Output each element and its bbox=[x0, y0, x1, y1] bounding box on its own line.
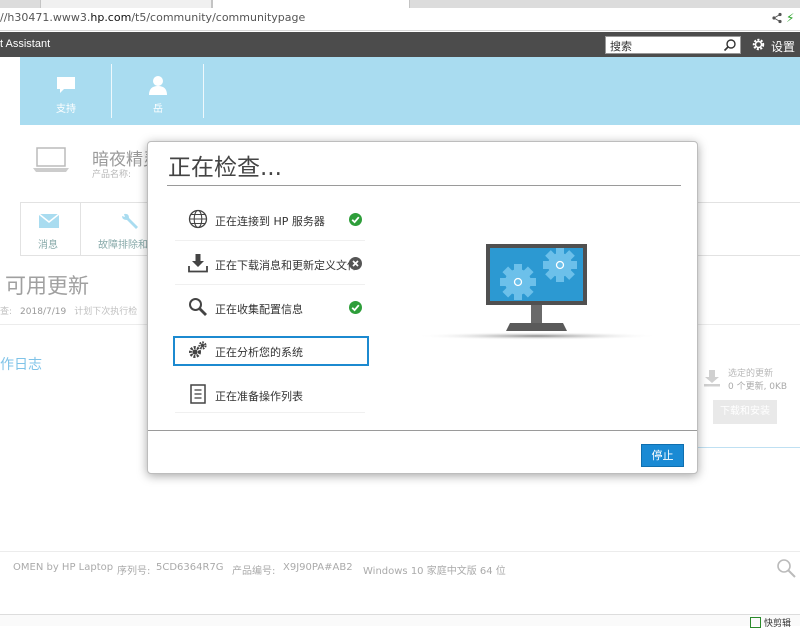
checkmark-icon bbox=[349, 301, 362, 314]
app-header: t Assistant 搜索 设置 bbox=[0, 32, 800, 57]
settings-link[interactable]: 设置 bbox=[771, 38, 795, 55]
wrench-icon bbox=[122, 213, 138, 229]
monitor-gears-illustration bbox=[415, 244, 659, 340]
gears-icon bbox=[189, 341, 207, 358]
subnav-item-label: 故障排除和 bbox=[98, 240, 148, 251]
chat-bubble-icon bbox=[57, 77, 75, 93]
clip-label[interactable]: 快剪辑 bbox=[764, 616, 791, 629]
step-label: 正在准备操作列表 bbox=[215, 390, 303, 403]
browser-tab[interactable] bbox=[40, 0, 212, 8]
app-title: t Assistant bbox=[0, 38, 51, 50]
serial-label: 序列号: bbox=[117, 566, 151, 577]
step-divider bbox=[175, 240, 365, 241]
subnav-item-label: 消息 bbox=[38, 240, 58, 251]
step-divider bbox=[175, 284, 365, 285]
step-label: 正在下载消息和更新定义文件 bbox=[215, 259, 358, 272]
nav-item-user[interactable]: 岳 bbox=[112, 57, 204, 125]
search-icon[interactable] bbox=[723, 38, 737, 52]
step-label: 正在收集配置信息 bbox=[215, 303, 303, 316]
download-icon bbox=[188, 254, 208, 273]
device-model: OMEN by HP Laptop bbox=[13, 562, 114, 573]
error-x-icon bbox=[349, 257, 362, 270]
step-divider bbox=[175, 412, 365, 413]
gear-icon[interactable] bbox=[751, 37, 766, 52]
title-divider bbox=[167, 185, 681, 186]
os-info: Windows 10 家庭中文版 64 位 bbox=[363, 566, 506, 577]
checkmark-icon bbox=[349, 213, 362, 226]
step-label: 正在连接到 HP 服务器 bbox=[215, 215, 325, 228]
share-icon[interactable] bbox=[771, 12, 783, 24]
search-input[interactable]: 搜索 bbox=[605, 36, 741, 54]
address-bar[interactable]: //h30471.www3.hp.com/t5/community/commun… bbox=[0, 8, 800, 31]
browser-tab-strip bbox=[0, 0, 800, 8]
nav-divider bbox=[203, 64, 204, 118]
step-prepare-actions: 正在准备操作列表 bbox=[173, 380, 369, 410]
stop-button[interactable]: 停止 bbox=[641, 444, 684, 467]
magnifier-icon bbox=[189, 298, 207, 316]
accent-divider bbox=[697, 447, 800, 448]
checking-dialog: 正在检查... 正在连接到 HP 服务器 正在下载消息和更新定义文件 正在收集配… bbox=[147, 141, 698, 474]
status-bar: 快剪辑 bbox=[0, 614, 800, 629]
footer-divider bbox=[148, 430, 697, 431]
nav-item-support[interactable]: 支持 bbox=[20, 57, 112, 125]
mail-icon bbox=[38, 213, 60, 228]
download-install-button[interactable]: 下载和安装 bbox=[713, 400, 777, 424]
subnav-item-troubleshoot[interactable]: 故障排除和 bbox=[80, 203, 155, 255]
nav-item-label: 岳 bbox=[153, 104, 163, 115]
step-collect-config: 正在收集配置信息 bbox=[173, 293, 369, 323]
magnifier-icon[interactable] bbox=[776, 558, 796, 578]
nav-item-label: 支持 bbox=[56, 104, 76, 115]
laptop-icon bbox=[33, 147, 69, 172]
selected-updates-label: 选定的更新 bbox=[728, 369, 774, 379]
document-list-icon bbox=[190, 384, 206, 404]
lightning-icon[interactable]: ⚡ bbox=[786, 11, 794, 25]
dialog-title: 正在检查... bbox=[168, 155, 282, 181]
step-label: 正在分析您的系统 bbox=[215, 346, 303, 359]
browser-tab-active[interactable] bbox=[212, 0, 410, 8]
clip-icon[interactable] bbox=[750, 617, 761, 628]
last-check-info: 查: 2018/7/19 计划下次执行检 bbox=[0, 307, 138, 317]
main-nav: 支持 岳 bbox=[20, 57, 800, 125]
download-icon bbox=[704, 370, 720, 387]
url-text[interactable]: //h30471.www3.hp.com/t5/community/commun… bbox=[0, 11, 305, 24]
step-analyze-system: 正在分析您的系统 bbox=[173, 336, 369, 366]
step-connect-server: 正在连接到 HP 服务器 bbox=[173, 205, 369, 235]
serial-number: 5CD6364R7G bbox=[156, 562, 224, 573]
work-log-link[interactable]: 作日志 bbox=[0, 354, 42, 374]
subnav-item-messages[interactable]: 消息 bbox=[20, 203, 80, 255]
selected-updates-panel: 选定的更新 0 个更新, 0KB 下载和安装 bbox=[700, 362, 800, 452]
globe-icon bbox=[188, 209, 208, 229]
search-placeholder: 搜索 bbox=[610, 40, 632, 53]
selected-updates-count: 0 个更新, 0KB bbox=[728, 382, 788, 392]
device-info-footer: OMEN by HP Laptop 序列号: 5CD6364R7G 产品编号: … bbox=[0, 551, 800, 582]
step-download-definitions: 正在下载消息和更新定义文件 bbox=[173, 249, 369, 279]
product-number-label: 产品编号: bbox=[232, 566, 276, 577]
updates-title: 可用更新 bbox=[5, 274, 89, 298]
user-icon bbox=[149, 76, 167, 95]
product-number: X9J90PA#AB2 bbox=[283, 562, 353, 573]
product-name-label: 产品名称: bbox=[92, 170, 132, 180]
